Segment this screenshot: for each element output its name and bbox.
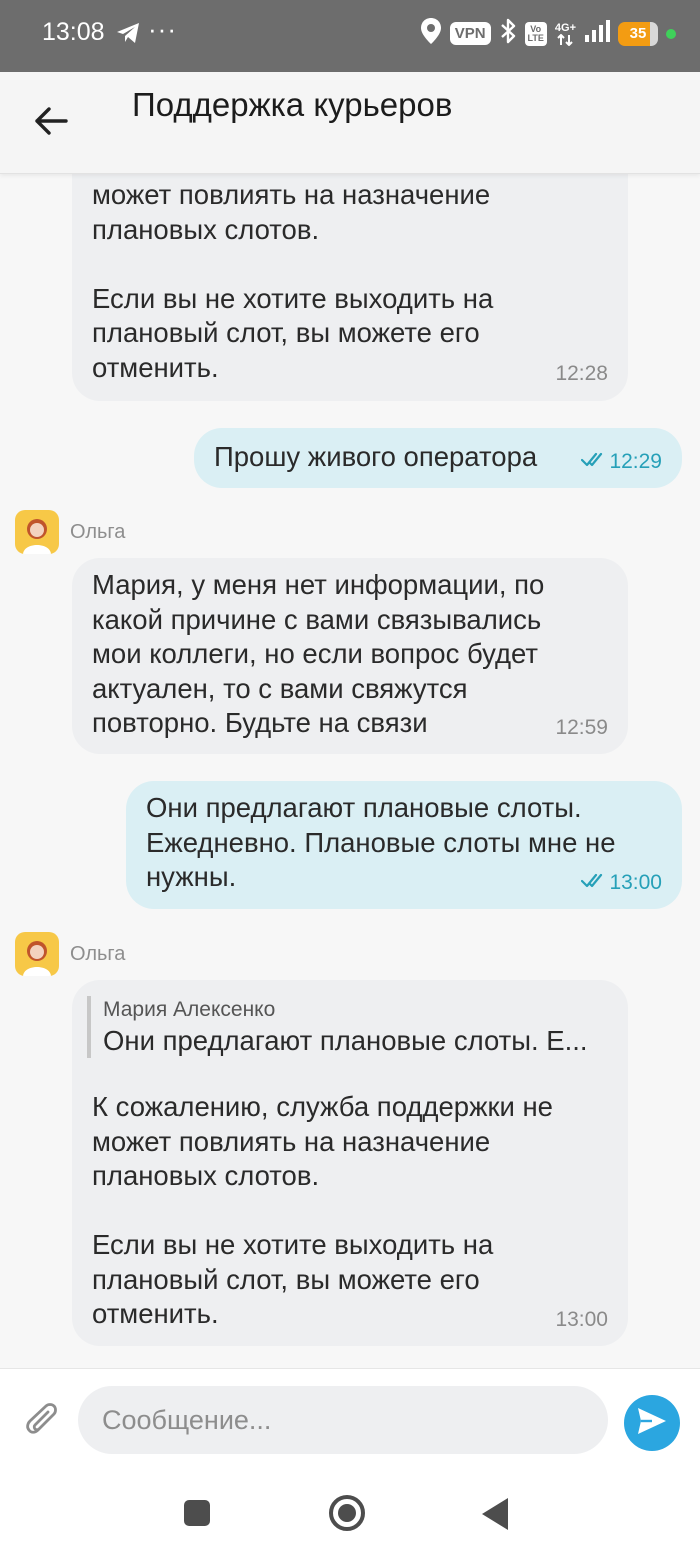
status-time: 13:08 — [42, 18, 105, 46]
message-incoming[interactable]: может повлиять на назначение плановых сл… — [72, 174, 628, 401]
message-status: 13:00 — [581, 866, 662, 901]
message-input[interactable] — [78, 1386, 608, 1454]
home-button[interactable] — [329, 1495, 365, 1531]
message-time: 12:29 — [609, 450, 662, 473]
send-button[interactable] — [624, 1395, 680, 1451]
message-outgoing[interactable]: Они предлагают плановые слоты. Ежедневно… — [126, 781, 682, 909]
chat-header: Поддержка курьеров — [0, 72, 700, 174]
avatar[interactable] — [15, 932, 59, 976]
sender-name: Ольга — [70, 943, 126, 965]
sender-name: Ольга — [70, 521, 126, 543]
message-time: 13:00 — [609, 871, 662, 894]
message-text: может повлиять на назначение плановых сл… — [92, 179, 494, 383]
message-time: 12:28 — [555, 362, 608, 385]
message-time: 12:59 — [555, 716, 608, 739]
message-time: 13:00 — [555, 1308, 608, 1331]
network-indicator: 4G+ — [555, 22, 576, 46]
paper-plane-icon — [636, 1406, 668, 1441]
message-incoming[interactable]: Мария, у меня нет информации, по какой п… — [72, 558, 628, 754]
double-check-icon — [581, 866, 607, 901]
back-button[interactable] — [28, 100, 74, 146]
signal-bars-icon — [584, 19, 610, 48]
volte-badge: Vo LTE — [524, 21, 547, 46]
attach-button[interactable] — [24, 1401, 66, 1443]
composer — [0, 1368, 700, 1478]
page-title: Поддержка курьеров — [132, 86, 453, 123]
network-type: 4G+ — [554, 21, 576, 34]
quote-author: Мария Алексенко — [103, 998, 276, 1021]
nav-back-button[interactable] — [482, 1498, 508, 1530]
avatar[interactable] — [15, 510, 59, 554]
bluetooth-icon — [499, 18, 517, 49]
status-icons: VPN Vo LTE 4G+ 35 — [420, 17, 676, 50]
privacy-dot — [666, 28, 676, 39]
status-bar: 13:08 ··· VPN Vo LTE 4G+ 35 — [0, 0, 700, 72]
recents-button[interactable] — [184, 1500, 210, 1526]
message-incoming-reply[interactable]: Мария Алексенко Они предлагают плановые … — [72, 980, 628, 1346]
message-text: К сожалению, служба поддержки не может п… — [92, 1091, 553, 1329]
arrow-left-icon — [34, 106, 68, 141]
status-overflow-dots: ··· — [148, 14, 177, 44]
message-outgoing[interactable]: Прошу живого оператора 12:29 — [194, 428, 682, 488]
system-navbar — [0, 1478, 700, 1556]
double-check-icon — [581, 445, 607, 480]
reply-quote[interactable]: Мария Алексенко Они предлагают плановые … — [87, 996, 607, 1058]
battery-indicator: 35 — [618, 21, 658, 46]
quote-text: Они предлагают плановые слоты. Е... — [103, 1025, 588, 1056]
location-pin-icon — [420, 17, 442, 50]
message-status: 12:29 — [581, 445, 662, 480]
chat-messages[interactable]: может повлиять на назначение плановых сл… — [0, 174, 700, 1368]
vpn-badge: VPN — [449, 22, 491, 45]
telegram-icon — [116, 22, 140, 49]
message-text: Мария, у меня нет информации, по какой п… — [92, 569, 545, 738]
paperclip-icon — [24, 1403, 66, 1447]
